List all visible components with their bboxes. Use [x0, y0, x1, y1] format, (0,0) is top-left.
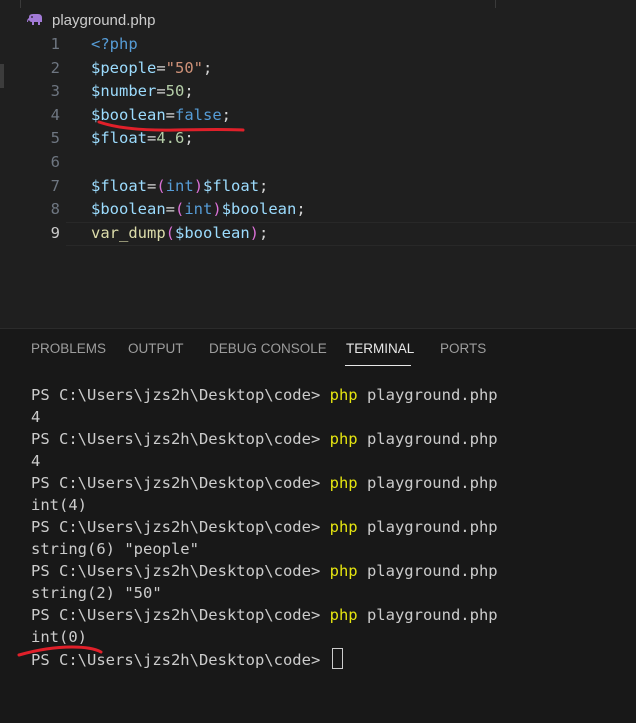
terminal-command-line: PS C:\Users\jzs2h\Desktop\code> php play… [31, 606, 498, 624]
terminal-output-line: 4 [31, 452, 41, 470]
bottom-panel: PROBLEMS OUTPUT DEBUG CONSOLE TERMINAL P… [0, 328, 636, 723]
active-tab-indicator [345, 365, 411, 366]
tab-debug-console[interactable]: DEBUG CONSOLE [209, 341, 327, 356]
code-line[interactable]: 2 $people="50"; [0, 57, 636, 80]
code-text: $float=(int)$float; [91, 176, 269, 195]
code-line[interactable]: 3 $number=50; [0, 80, 636, 103]
terminal-cursor[interactable] [331, 648, 343, 669]
tab-divider [20, 0, 21, 8]
line-number: 8 [50, 200, 60, 219]
editor-tab-playground[interactable]: playground.php [26, 8, 155, 32]
code-line[interactable]: 8 $boolean=(int)$boolean; [0, 198, 636, 221]
code-text: $boolean=(int)$boolean; [91, 200, 306, 219]
line-number: 7 [50, 176, 60, 195]
code-line[interactable]: 7 $float=(int)$float; [0, 175, 636, 198]
tab-divider [495, 0, 496, 8]
tab-terminal[interactable]: TERMINAL [346, 341, 414, 356]
code-text: var_dump($boolean); [91, 223, 269, 242]
code-text: $number=50; [91, 82, 194, 101]
line-number: 3 [50, 82, 60, 101]
terminal-command-line: PS C:\Users\jzs2h\Desktop\code> php play… [31, 518, 498, 536]
terminal-command-line: PS C:\Users\jzs2h\Desktop\code> php play… [31, 562, 498, 580]
terminal-command-line: PS C:\Users\jzs2h\Desktop\code> php play… [31, 474, 498, 492]
elephant-icon [27, 14, 42, 25]
terminal-output-line: int(4) [31, 496, 87, 514]
line-number: 9 [50, 223, 60, 242]
line-number: 5 [50, 129, 60, 148]
line-number: 4 [50, 105, 60, 124]
red-underline-annotation [17, 645, 103, 657]
code-text: <?php [91, 35, 138, 53]
terminal-output-line: string(6) "people" [31, 540, 199, 558]
tab-output[interactable]: OUTPUT [128, 341, 184, 356]
tab-problems[interactable]: PROBLEMS [31, 341, 106, 356]
code-text: $people="50"; [91, 58, 213, 77]
line-number: 6 [50, 153, 60, 171]
panel-tab-bar: PROBLEMS OUTPUT DEBUG CONSOLE TERMINAL P… [0, 329, 636, 371]
code-editor[interactable]: playground.php 1 <?php 2 $people="50"; 3 $num… [0, 0, 636, 328]
terminal-command-line: PS C:\Users\jzs2h\Desktop\code> php play… [31, 386, 498, 404]
line-number: 1 [50, 35, 60, 53]
code-line[interactable]: 1 <?php [0, 33, 636, 56]
terminal-output-line: 4 [31, 408, 41, 426]
code-line[interactable]: 9 var_dump($boolean); [0, 222, 636, 245]
red-underline-annotation [97, 120, 245, 132]
tab-ports[interactable]: PORTS [440, 341, 486, 356]
code-line[interactable]: 6 [0, 151, 636, 174]
terminal-command-line: PS C:\Users\jzs2h\Desktop\code> php play… [31, 430, 498, 448]
tab-filename: playground.php [52, 11, 156, 29]
editor-tab-bar: playground.php [0, 0, 636, 32]
terminal-output-line: string(2) "50" [31, 584, 162, 602]
line-number: 2 [50, 58, 60, 77]
